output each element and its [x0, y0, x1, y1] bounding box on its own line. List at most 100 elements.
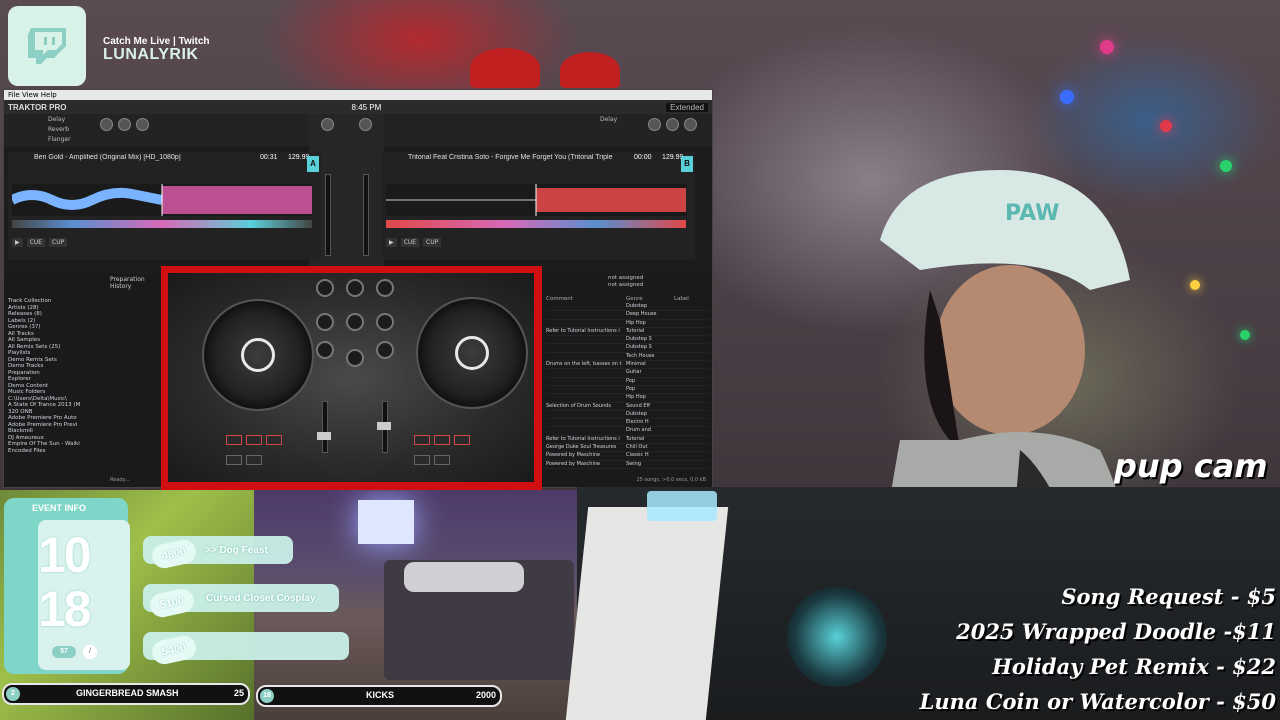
deck-a-waveform[interactable] [12, 184, 312, 216]
table-row[interactable]: Pop [546, 378, 709, 386]
deck-b-letter[interactable]: B [681, 156, 693, 172]
kicks-bar: 18 KICKS 2000 [256, 685, 502, 707]
table-row[interactable]: Dubstep [546, 303, 709, 312]
fx-knob[interactable] [118, 118, 131, 131]
table-row[interactable]: Dubstep [546, 411, 709, 420]
gain-knob[interactable] [321, 118, 334, 131]
genre-cell: Tutorial [626, 435, 645, 442]
fx-knob[interactable] [648, 118, 661, 131]
status-text: Ready... [110, 477, 130, 483]
genre-cell: Guitar [626, 369, 642, 376]
traktor-menubar[interactable]: File View Help [4, 90, 712, 100]
genre-cell: Swing [626, 460, 641, 467]
genre-cell: Minimal [626, 361, 646, 368]
controller-pad [434, 435, 450, 445]
fx-unit-a: Delay Reverb Flanger [4, 114, 309, 146]
table-row[interactable]: Drums on the left, basses on t Minimal [546, 361, 709, 370]
gingerbread-smash-bar: 2 GINGERBREAD SMASH 25 [2, 683, 250, 705]
layout-selector[interactable]: Extended [666, 102, 708, 112]
fx-knob[interactable] [666, 118, 679, 131]
bar-label: KICKS [366, 690, 395, 700]
deck-a-overview[interactable] [12, 220, 312, 228]
comment-cell [546, 369, 626, 376]
controller-pad [454, 435, 470, 445]
table-row[interactable]: Hip Hop [546, 320, 709, 328]
deck-b-time: 00:00 [634, 154, 652, 161]
table-row[interactable]: Tech House [546, 353, 709, 362]
favorite-slot[interactable]: not assigned [608, 282, 643, 289]
fx-slot[interactable]: Flanger [48, 136, 71, 143]
table-row[interactable]: Selection of Drum Sounds Sound Eff [546, 403, 709, 411]
gain-knob[interactable] [359, 118, 372, 131]
table-row[interactable]: Hip Hop [546, 394, 709, 403]
deck-a-letter[interactable]: A [307, 156, 319, 172]
cup-button[interactable]: CUP [423, 238, 442, 247]
cue-button[interactable]: CUE [26, 238, 45, 247]
pup-cam-label: pup cam [1114, 447, 1268, 485]
table-row[interactable]: Dubstep S [546, 336, 709, 345]
play-button[interactable]: ▶ [386, 238, 397, 247]
column-comment[interactable]: Comment [546, 296, 626, 303]
clock-icon: / [83, 645, 97, 659]
genre-cell: Electro H [626, 419, 649, 426]
event-small-badge: 57 [52, 646, 76, 658]
laptop [565, 507, 729, 720]
column-genre[interactable]: Genre [626, 296, 674, 303]
table-row[interactable]: Powered by Maschine Swing [546, 461, 709, 469]
favorite-item[interactable]: Preparation [110, 276, 145, 283]
column-label[interactable]: Label [674, 296, 689, 303]
favorite-item[interactable]: History [110, 283, 145, 290]
genre-cell: Tutorial [626, 327, 645, 334]
comment-cell [546, 353, 626, 360]
table-row[interactable]: Refer to Tutorial Instructions i Tutorial [546, 435, 709, 445]
christmas-light [1190, 280, 1200, 290]
genre-cell: Dubstep S [626, 344, 652, 351]
table-row[interactable]: Pop [546, 386, 709, 395]
controller-pad [246, 455, 262, 465]
table-row[interactable]: Electro H [546, 419, 709, 428]
comment-cell [546, 344, 626, 351]
deck-b-overview[interactable] [386, 220, 686, 228]
tree-item[interactable]: Encoded Files [8, 448, 100, 455]
fx-knob[interactable] [100, 118, 113, 131]
event-number-top: 10 [38, 527, 92, 583]
table-row[interactable]: Deep House [546, 311, 709, 320]
genre-cell: Hip Hop [626, 319, 646, 326]
fx-slot[interactable]: Delay [600, 116, 617, 123]
jog-wheel-right [416, 297, 528, 409]
menu-item: 2025 Wrapped Doodle -$11 [956, 619, 1276, 644]
table-row[interactable]: Dubstep S [546, 344, 709, 353]
table-row[interactable]: Powered by Maschine Classic H [546, 452, 709, 461]
mushroom-poster [470, 48, 540, 88]
table-row[interactable]: George Duke Soul Treasures Chill Out [546, 444, 709, 453]
comment-cell [546, 303, 626, 310]
channel-fader-b[interactable] [363, 174, 369, 256]
track-list: Comment Genre Label Dubstep Deep House Hip… [546, 296, 709, 469]
table-row[interactable]: Refer to Tutorial Instructions i Tutorial [546, 327, 709, 337]
bar-value: 25 [233, 688, 244, 698]
play-button[interactable]: ▶ [12, 238, 23, 247]
comment-cell [546, 386, 626, 393]
fx-knob[interactable] [684, 118, 697, 131]
controller-cam [168, 273, 534, 482]
fader-cap [317, 432, 331, 440]
comment-cell [546, 336, 626, 343]
fx-slot[interactable]: Reverb [48, 126, 69, 133]
channel-fader-a[interactable] [325, 174, 331, 256]
bar-label: GINGERBREAD SMASH [76, 688, 179, 698]
menu-item: Song Request - $5 [1061, 584, 1276, 609]
jog-wheel-lit [787, 587, 887, 687]
favorite-slot[interactable]: not assigned [608, 275, 643, 282]
deck-b-waveform[interactable] [386, 184, 686, 216]
table-row[interactable]: Drum and [546, 427, 709, 436]
cue-button[interactable]: CUE [400, 238, 419, 247]
controller-knob [346, 313, 364, 331]
fx-knob[interactable] [136, 118, 149, 131]
cup-button[interactable]: CUP [49, 238, 68, 247]
table-row[interactable]: Guitar [546, 369, 709, 378]
controller-pad [266, 435, 282, 445]
status-summary: 25 songs, >0.0 secs, 0.0 kB [636, 477, 706, 483]
genre-cell: Drum and [626, 427, 651, 434]
fx-slot[interactable]: Delay [48, 116, 65, 123]
browser-tree: Track Collection Artists (28) Releases (8)… [8, 298, 100, 454]
